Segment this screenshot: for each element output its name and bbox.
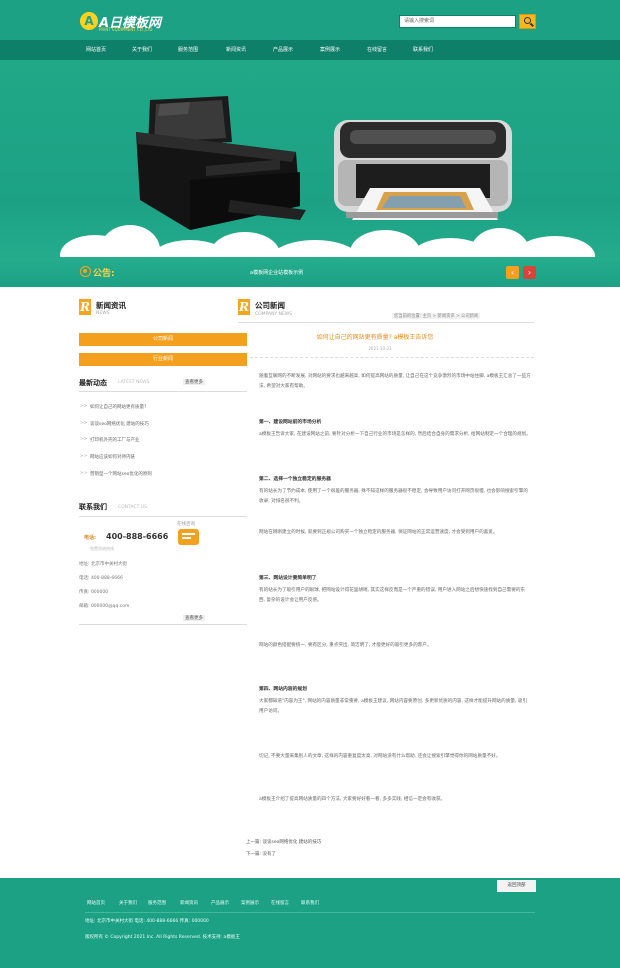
list-item[interactable]: 网站应该如何对待内链 — [90, 454, 135, 460]
prev-label: 上一篇: — [246, 840, 262, 845]
sidebar-news-title: 新闻资讯 — [96, 301, 126, 310]
article-heading: 第二、选择一个独立稳定的服务器 — [259, 477, 331, 482]
notice-next-button[interactable]: › — [523, 266, 536, 279]
divider — [79, 516, 247, 517]
article-paragraph: 随着互联网的不断发展, 对网站的要求也越来越高, 如何提高网站的质量, 让自己在… — [259, 374, 531, 389]
article-date: 2021-10-21 — [368, 346, 392, 351]
footer-link-about[interactable]: 关于我们 — [119, 900, 137, 906]
nav-item-cases[interactable]: 案例展示 — [312, 40, 348, 60]
footer-link-cases[interactable]: 案例展示 — [241, 900, 259, 906]
contact-address: 地址: 北京市中关村大街 — [79, 562, 127, 567]
divider — [85, 912, 535, 913]
article-paragraph: 切记, 不要大量采集别人的文章, 这样的内容重复度太高, 对网站没有什么帮助, … — [259, 754, 501, 759]
contact-fax: 传真: 000000 — [79, 590, 109, 595]
nav-item-contact[interactable]: 联系我们 — [405, 40, 441, 60]
footer-copyright: 版权所有 © Copyright 2021 Inc. All Rights Re… — [85, 935, 240, 940]
back-to-top-button[interactable]: 返回顶部 — [497, 880, 536, 892]
divider — [238, 322, 534, 323]
main-section-subtitle: COMPANY NEWS — [255, 312, 293, 317]
article-heading: 第一、建设网站前的市场分析 — [259, 420, 322, 425]
contact-more-link[interactable]: 查看更多 — [183, 615, 205, 621]
main-nav: 网站首页 关于我们 服务范围 新闻资讯 产品展示 案例展示 在线留言 联系我们 — [0, 40, 620, 60]
prev-link[interactable]: 谈谈seo网络优化 建站的技巧 — [262, 840, 321, 845]
phone-note: 免费咨询热线 — [90, 546, 114, 551]
article-heading: 第四、网站内容的规划 — [259, 687, 307, 692]
contact-subtitle: CONTACT US — [118, 505, 147, 510]
bullet-icon: >> — [80, 454, 88, 459]
nav-item-news[interactable]: 新闻资讯 — [218, 40, 254, 60]
nav-item-services[interactable]: 服务范围 — [170, 40, 206, 60]
nav-item-about[interactable]: 关于我们 — [124, 40, 160, 60]
list-item[interactable]: 打印机外壳的工厂与产业 — [90, 437, 140, 443]
chat-bubble-icon[interactable] — [178, 529, 199, 545]
footer-link-message[interactable]: 在线留言 — [271, 900, 289, 906]
divider — [79, 391, 247, 392]
company-news-badge-icon: R — [238, 299, 250, 315]
footer-link-services[interactable]: 服务范围 — [148, 900, 166, 906]
prev-article[interactable]: 上一篇: 谈谈seo网络优化 建站的技巧 — [246, 839, 321, 845]
notice-text[interactable]: a模板网企业站模板示例 — [250, 269, 303, 276]
next-label: 下一篇: — [246, 852, 262, 857]
list-item[interactable]: 营销型一个网站seo优化的原则 — [90, 471, 152, 477]
news-badge-icon: R — [79, 299, 91, 315]
logo-subtitle: PRINT EQUIPMENT CO.,LTD — [99, 27, 153, 32]
bullet-icon: >> — [80, 404, 88, 409]
footer-link-contact[interactable]: 联系我们 — [301, 900, 319, 906]
divider — [250, 357, 534, 358]
latest-news-subtitle: LATEST NEWS — [118, 380, 150, 385]
industry-news-button[interactable]: 行业新闻 — [79, 353, 247, 366]
contact-phone: 电话: 400-888-6666 — [79, 576, 123, 581]
search-button[interactable] — [519, 14, 536, 29]
nav-item-home[interactable]: 网站首页 — [78, 40, 114, 60]
breadcrumb[interactable]: 您当前的位置: 主页 > 新闻资讯 > 公司新闻 — [392, 313, 481, 319]
silver-printer-image — [334, 120, 512, 220]
article-paragraph: a模板王介绍了提高网站质量的四个方法, 大家要好好看一看, 多多实践, 相信一定… — [259, 797, 446, 802]
next-link[interactable]: 没有了 — [262, 852, 276, 857]
article-paragraph: 网站在刚刚建立的时候, 就要到正规公司购买一个独立稳定的服务器, 保证网站的正常… — [259, 530, 498, 535]
phone-label: 电话: — [84, 535, 96, 541]
bullet-icon: >> — [80, 471, 88, 476]
contact-title: 联系我们 — [79, 503, 107, 511]
footer-link-home[interactable]: 网站首页 — [87, 900, 105, 906]
company-news-button[interactable]: 公司新闻 — [79, 333, 247, 346]
bullet-icon: >> — [80, 421, 88, 426]
footer-link-products[interactable]: 产品展示 — [211, 900, 229, 906]
phone-number: 400-888-6666 — [106, 532, 169, 541]
notice-icon — [80, 266, 91, 277]
sidebar-news-subtitle: NEWS — [96, 311, 110, 316]
latest-news-title: 最新动态 — [79, 379, 107, 387]
article-paragraph: a模板王告诉大家, 在建设网站之前, 要针对分析一下自己行业的市场是怎样的, 然… — [259, 432, 531, 437]
footer-contact-line: 地址: 北京市中关村大街 电话: 400-888-6666 传真: 000000 — [85, 919, 209, 924]
main-section-title: 公司新闻 — [255, 301, 285, 310]
article-title: 如何让自己的网站更有质量? a模板王告诉您 — [316, 334, 434, 341]
search-icon — [524, 17, 531, 24]
footer-link-news[interactable]: 新闻资讯 — [180, 900, 198, 906]
contact-email: 邮箱: 000000@qq.com — [79, 604, 130, 609]
article-paragraph: 大家都知道"内容为王", 网站的内容质量非常重要, a模板王建议, 网站内容要原… — [259, 699, 528, 714]
next-article[interactable]: 下一篇: 没有了 — [246, 851, 276, 857]
latest-more-link[interactable]: 查看更多 — [183, 379, 205, 385]
notice-prev-button[interactable]: ‹ — [506, 266, 519, 279]
notice-label: 公告: — [93, 269, 115, 279]
article-paragraph: 有的站长为了节约成本, 使用了一个很差的服务器, 殊不知这样的服务器很不稳定, … — [259, 489, 528, 504]
search-input[interactable]: 请输入搜索词 — [399, 15, 516, 28]
hero-banner — [0, 60, 620, 265]
nav-item-products[interactable]: 产品展示 — [265, 40, 301, 60]
nav-item-message[interactable]: 在线留言 — [359, 40, 395, 60]
article-heading: 第三、网站设计要简单明了 — [259, 576, 317, 581]
logo-icon[interactable]: A — [80, 12, 98, 30]
article-paragraph: 网站的颜色搭配要统一, 要有区分, 重点突出, 简洁明了, 才能更好的吸引更多的… — [259, 643, 432, 648]
bullet-icon: >> — [80, 437, 88, 442]
black-printer-image — [136, 96, 306, 230]
article-paragraph: 有的站长为了吸引用户的眼球, 把网站设计得花里胡哨, 其实这样反而是一个严重的错… — [259, 588, 526, 603]
list-item[interactable]: 谈谈seo网络优化 建站的技巧 — [90, 421, 149, 427]
list-item[interactable]: 如何让自己的网站更有质量? — [90, 404, 146, 410]
divider — [79, 624, 247, 625]
online-consult-label: 在线咨询 — [177, 522, 195, 527]
